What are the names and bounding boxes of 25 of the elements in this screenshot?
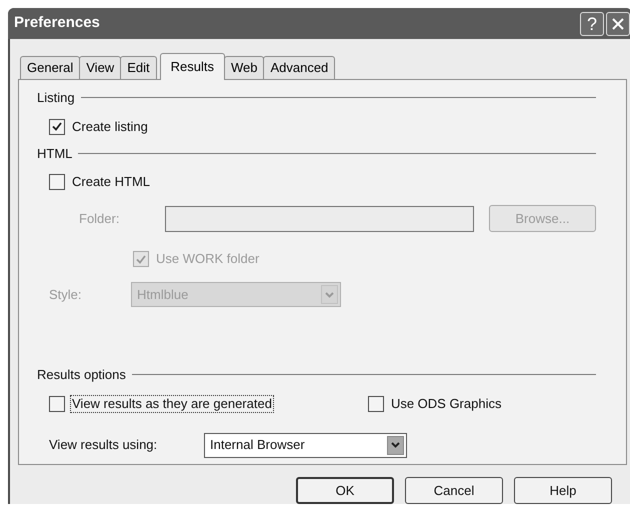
checkbox-label: Use ODS Graphics (390, 394, 502, 412)
dialog-button[interactable]: OK (296, 477, 394, 504)
dropdown-value: Htmlblue (137, 286, 188, 304)
dialog-button[interactable]: Cancel (405, 477, 503, 504)
checkbox-label: Create HTML (71, 173, 152, 191)
group-heading: Listing (37, 89, 75, 107)
select-label: Style: (49, 286, 83, 304)
checkbox-label: Create listing (71, 118, 149, 136)
checkbox-label: Use WORK folder (155, 250, 260, 268)
checkbox-label: View results as they are generated (70, 394, 274, 412)
dropdown[interactable]: Internal Browser (204, 432, 407, 458)
tab[interactable]: Results (160, 53, 225, 80)
window-title: Preferences (14, 13, 101, 34)
select-label: View results using: (49, 436, 158, 454)
tab[interactable]: Web (224, 56, 264, 79)
tab[interactable]: View (79, 56, 122, 79)
group-heading: HTML (37, 144, 72, 162)
help-button[interactable]: ? (580, 12, 604, 36)
tab[interactable]: Advanced (263, 56, 336, 79)
dialog-button[interactable]: Help (514, 477, 612, 504)
tab[interactable]: General (20, 56, 80, 79)
folder-label: Folder: (79, 210, 120, 228)
tab[interactable]: Edit (120, 56, 157, 79)
dropdown-value: Internal Browser (210, 436, 305, 454)
group-heading: Results options (37, 366, 126, 384)
